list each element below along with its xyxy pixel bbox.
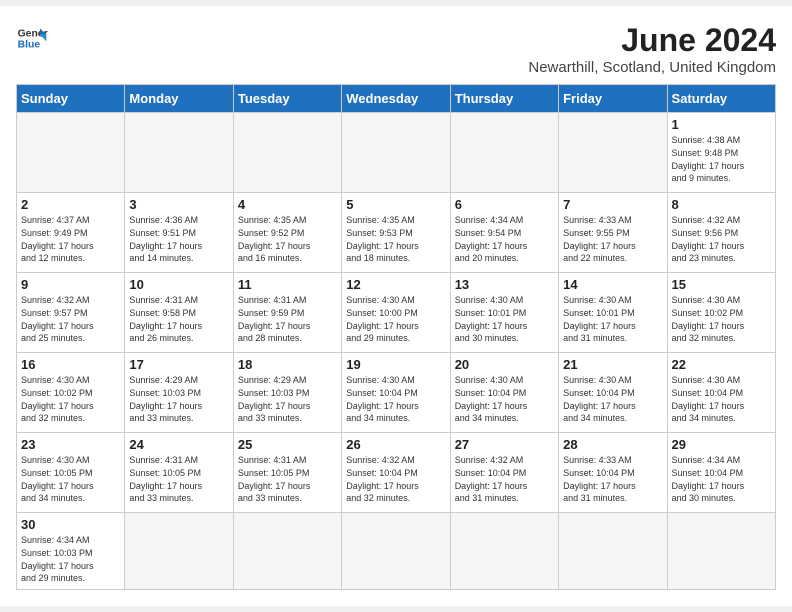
day-16: 16 Sunrise: 4:30 AMSunset: 10:02 PMDayli…	[17, 353, 125, 433]
day-1: 1 Sunrise: 4:38 AMSunset: 9:48 PMDayligh…	[667, 113, 775, 193]
day-15: 15 Sunrise: 4:30 AMSunset: 10:02 PMDayli…	[667, 273, 775, 353]
logo-icon: General Blue	[16, 22, 48, 54]
day-11: 11 Sunrise: 4:31 AMSunset: 9:59 PMDaylig…	[233, 273, 341, 353]
day-1-info: Sunrise: 4:38 AMSunset: 9:48 PMDaylight:…	[672, 135, 745, 183]
title-block: June 2024 Newarthill, Scotland, United K…	[528, 22, 776, 76]
day-27: 27 Sunrise: 4:32 AMSunset: 10:04 PMDayli…	[450, 433, 558, 513]
day-24: 24 Sunrise: 4:31 AMSunset: 10:05 PMDayli…	[125, 433, 233, 513]
empty-cell	[342, 513, 450, 589]
svg-text:Blue: Blue	[18, 40, 41, 51]
day-3: 3 Sunrise: 4:36 AMSunset: 9:51 PMDayligh…	[125, 193, 233, 273]
empty-cell	[667, 513, 775, 589]
day-12: 12 Sunrise: 4:30 AMSunset: 10:00 PMDayli…	[342, 273, 450, 353]
empty-cell	[559, 113, 667, 193]
header-friday: Friday	[559, 85, 667, 113]
empty-cell	[17, 113, 125, 193]
day-18: 18 Sunrise: 4:29 AMSunset: 10:03 PMDayli…	[233, 353, 341, 433]
day-17: 17 Sunrise: 4:29 AMSunset: 10:03 PMDayli…	[125, 353, 233, 433]
month-title: June 2024	[528, 22, 776, 59]
day-26: 26 Sunrise: 4:32 AMSunset: 10:04 PMDayli…	[342, 433, 450, 513]
day-21: 21 Sunrise: 4:30 AMSunset: 10:04 PMDayli…	[559, 353, 667, 433]
empty-cell	[450, 113, 558, 193]
empty-cell	[450, 513, 558, 589]
header-sunday: Sunday	[17, 85, 125, 113]
day-4: 4 Sunrise: 4:35 AMSunset: 9:52 PMDayligh…	[233, 193, 341, 273]
day-30: 30 Sunrise: 4:34 AMSunset: 10:03 PMDayli…	[17, 513, 125, 589]
day-23: 23 Sunrise: 4:30 AMSunset: 10:05 PMDayli…	[17, 433, 125, 513]
day-28: 28 Sunrise: 4:33 AMSunset: 10:04 PMDayli…	[559, 433, 667, 513]
week-row-5: 23 Sunrise: 4:30 AMSunset: 10:05 PMDayli…	[17, 433, 776, 513]
week-row-6: 30 Sunrise: 4:34 AMSunset: 10:03 PMDayli…	[17, 513, 776, 589]
week-row-4: 16 Sunrise: 4:30 AMSunset: 10:02 PMDayli…	[17, 353, 776, 433]
day-7: 7 Sunrise: 4:33 AMSunset: 9:55 PMDayligh…	[559, 193, 667, 273]
week-row-2: 2 Sunrise: 4:37 AMSunset: 9:49 PMDayligh…	[17, 193, 776, 273]
header: General Blue June 2024 Newarthill, Scotl…	[16, 22, 776, 76]
calendar-container: General Blue June 2024 Newarthill, Scotl…	[0, 6, 792, 605]
day-29: 29 Sunrise: 4:34 AMSunset: 10:04 PMDayli…	[667, 433, 775, 513]
calendar-table: Sunday Monday Tuesday Wednesday Thursday…	[16, 84, 776, 589]
empty-cell	[125, 513, 233, 589]
day-8: 8 Sunrise: 4:32 AMSunset: 9:56 PMDayligh…	[667, 193, 775, 273]
empty-cell	[233, 113, 341, 193]
day-20: 20 Sunrise: 4:30 AMSunset: 10:04 PMDayli…	[450, 353, 558, 433]
weekday-header-row: Sunday Monday Tuesday Wednesday Thursday…	[17, 85, 776, 113]
week-row-1: 1 Sunrise: 4:38 AMSunset: 9:48 PMDayligh…	[17, 113, 776, 193]
header-thursday: Thursday	[450, 85, 558, 113]
day-19: 19 Sunrise: 4:30 AMSunset: 10:04 PMDayli…	[342, 353, 450, 433]
header-wednesday: Wednesday	[342, 85, 450, 113]
header-tuesday: Tuesday	[233, 85, 341, 113]
day-25: 25 Sunrise: 4:31 AMSunset: 10:05 PMDayli…	[233, 433, 341, 513]
day-5: 5 Sunrise: 4:35 AMSunset: 9:53 PMDayligh…	[342, 193, 450, 273]
day-2: 2 Sunrise: 4:37 AMSunset: 9:49 PMDayligh…	[17, 193, 125, 273]
day-10: 10 Sunrise: 4:31 AMSunset: 9:58 PMDaylig…	[125, 273, 233, 353]
header-saturday: Saturday	[667, 85, 775, 113]
empty-cell	[342, 113, 450, 193]
day-9: 9 Sunrise: 4:32 AMSunset: 9:57 PMDayligh…	[17, 273, 125, 353]
empty-cell	[559, 513, 667, 589]
empty-cell	[233, 513, 341, 589]
empty-cell	[125, 113, 233, 193]
subtitle: Newarthill, Scotland, United Kingdom	[528, 59, 776, 76]
day-6: 6 Sunrise: 4:34 AMSunset: 9:54 PMDayligh…	[450, 193, 558, 273]
day-14: 14 Sunrise: 4:30 AMSunset: 10:01 PMDayli…	[559, 273, 667, 353]
day-22: 22 Sunrise: 4:30 AMSunset: 10:04 PMDayli…	[667, 353, 775, 433]
logo: General Blue	[16, 22, 48, 54]
day-13: 13 Sunrise: 4:30 AMSunset: 10:01 PMDayli…	[450, 273, 558, 353]
header-monday: Monday	[125, 85, 233, 113]
week-row-3: 9 Sunrise: 4:32 AMSunset: 9:57 PMDayligh…	[17, 273, 776, 353]
